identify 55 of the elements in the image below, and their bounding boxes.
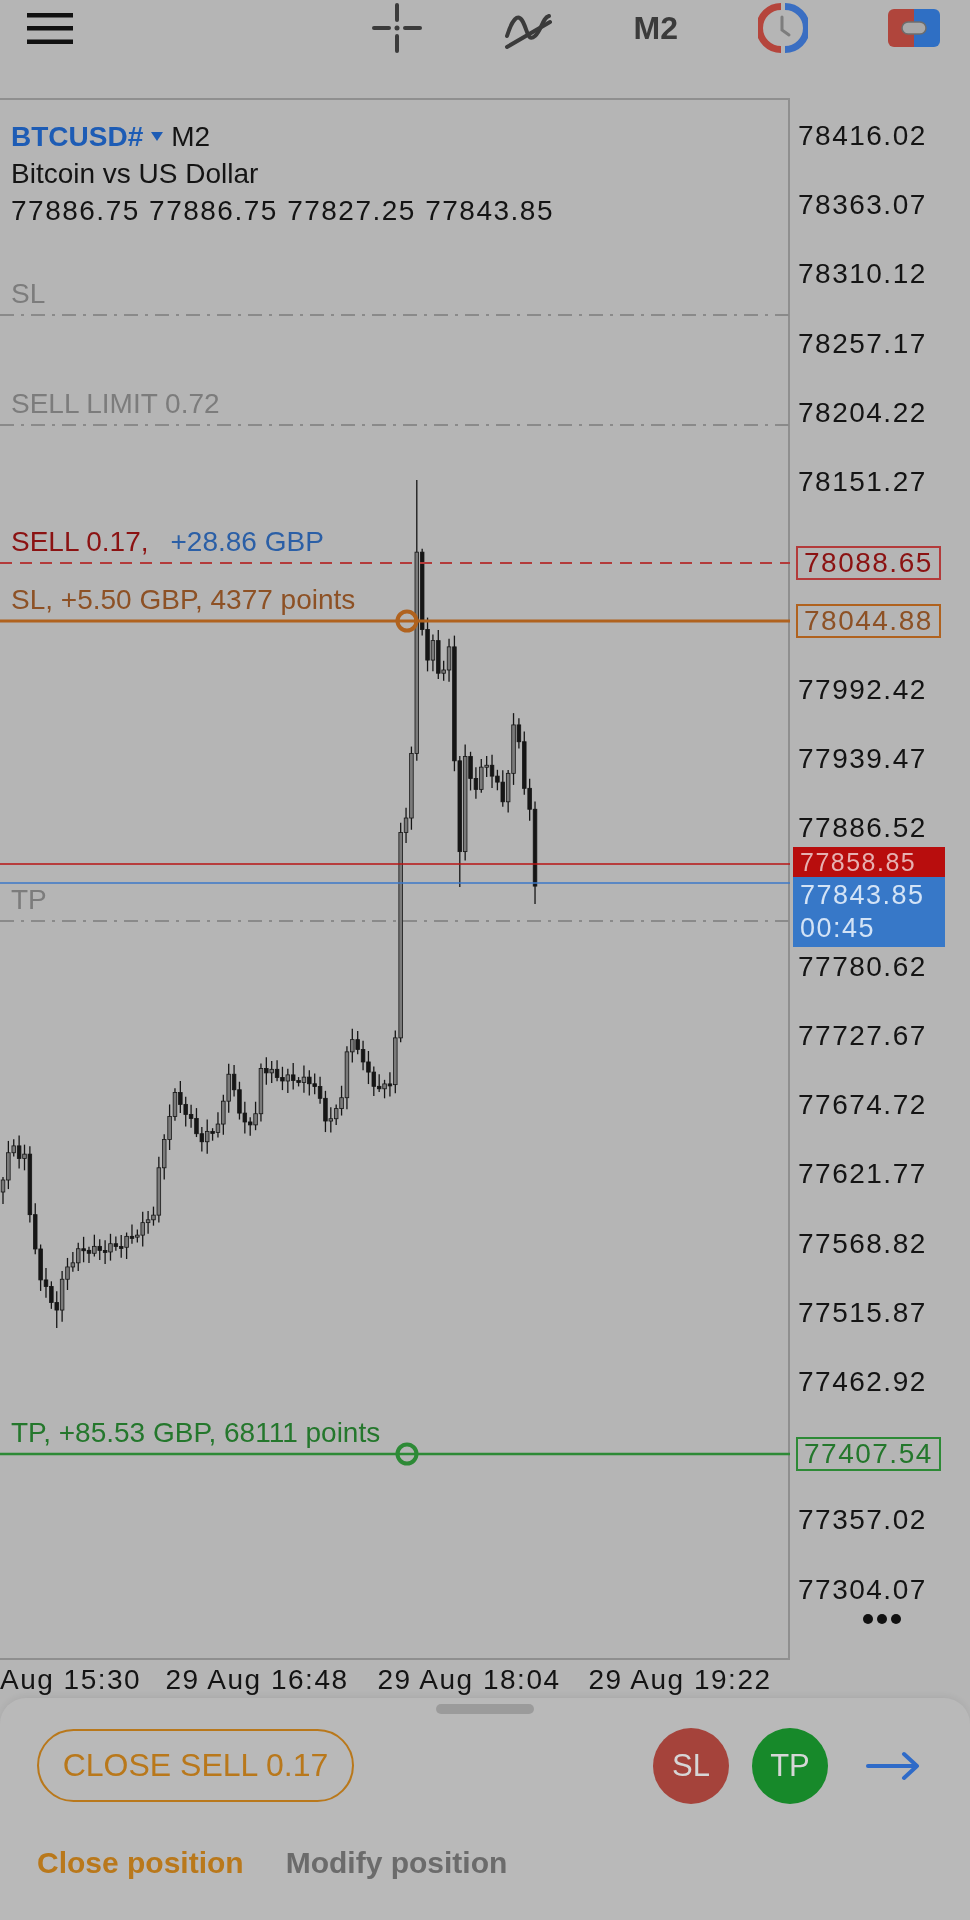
price-axis-label: 78204.22 (798, 395, 927, 430)
price-axis-label: 77357.02 (798, 1503, 927, 1538)
more-icon[interactable] (862, 1613, 902, 1625)
price-axis-label: 77727.67 (798, 1018, 927, 1053)
pending-order-label: TP (11, 883, 47, 917)
crosshair-icon[interactable] (371, 3, 422, 53)
clock-icon[interactable] (758, 3, 808, 53)
price-axis-label: 78416.02 (798, 119, 927, 153)
timeframe-button[interactable]: M2 (633, 10, 678, 46)
stop-loss-button[interactable]: SL (653, 1727, 729, 1804)
price-axis-label: 78310.12 (798, 257, 927, 292)
time-axis-label: Aug 15:30 (0, 1664, 142, 1696)
close-sell-button[interactable]: CLOSE SELL 0.17 (37, 1729, 354, 1802)
bar-countdown: 00:45 (800, 912, 877, 945)
ask-price-tag: 77858.85 (793, 847, 945, 877)
caret-icon[interactable] (151, 132, 164, 141)
split-tile-icon[interactable] (888, 9, 940, 47)
price-axis-label: 77515.87 (798, 1295, 927, 1330)
price-axis-label: 77780.62 (798, 949, 927, 984)
stop-loss-label: SL, +5.50 GBP, 4377 points (11, 583, 356, 617)
price-axis-label: 77992.42 (798, 672, 927, 707)
ring-handle-icon[interactable] (395, 609, 419, 633)
price-axis-label: 77939.47 (798, 741, 927, 776)
price-axis-label: 77462.92 (798, 1364, 927, 1399)
bid-price: 77843.85 (800, 879, 926, 912)
price-axis-label: 78151.27 (798, 465, 927, 500)
time-axis-label: 29 Aug 18:04 (377, 1664, 561, 1696)
price-tag: 78088.65 (796, 546, 941, 580)
chart-timeframe: M2 (171, 120, 211, 154)
profit-value: +28.86 GBP (170, 525, 324, 559)
drag-handle[interactable] (436, 1704, 534, 1714)
take-profit-button[interactable]: TP (752, 1727, 828, 1804)
sheet-tab[interactable]: Modify position (285, 1844, 508, 1882)
price-axis-label: 77621.77 (798, 1157, 927, 1192)
price-axis-label: 77886.52 (798, 811, 927, 846)
price-axis-label: 77568.82 (798, 1226, 927, 1261)
time-axis-label: 29 Aug 19:22 (588, 1664, 772, 1696)
price-axis-label: 77674.72 (798, 1088, 927, 1123)
price-tag: 78044.88 (796, 604, 941, 638)
symbol-selector[interactable]: BTCUSD# (11, 118, 144, 155)
pending-order-label: SL (11, 277, 46, 311)
symbol-description: Bitcoin vs US Dollar (11, 157, 260, 191)
ohlc-values: 77886.75 77886.75 77827.25 77843.85 (11, 194, 554, 228)
sheet-tab[interactable]: Close position (37, 1844, 244, 1882)
price-axis-label: 78363.07 (798, 188, 927, 223)
take-profit-label: TP, +85.53 GBP, 68111 points (11, 1416, 381, 1450)
price-axis-label: 78257.17 (798, 326, 927, 361)
arrow-right-icon[interactable] (866, 1750, 920, 1781)
price-axis-label: 77304.07 (798, 1572, 927, 1607)
pending-order-label: SELL LIMIT 0.72 (11, 387, 220, 421)
position-label: SELL 0.17, (11, 525, 149, 559)
price-tag: 77407.54 (796, 1437, 941, 1471)
menu-icon[interactable] (27, 12, 73, 44)
time-axis-label: 29 Aug 16:48 (165, 1664, 349, 1696)
ring-handle-icon[interactable] (395, 1442, 419, 1466)
